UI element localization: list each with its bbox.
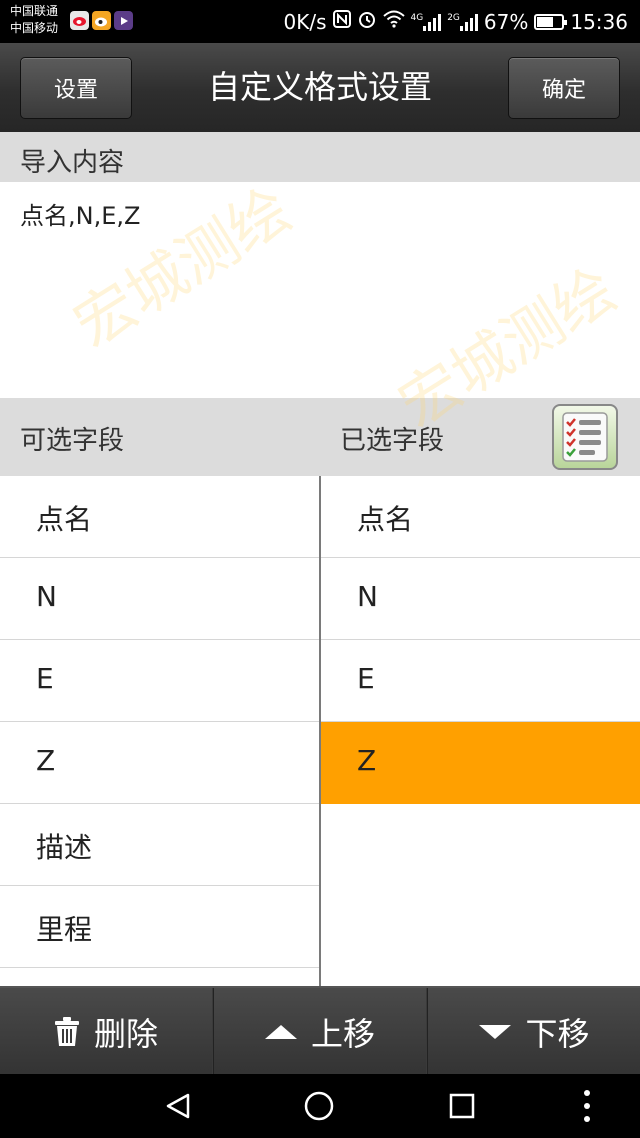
signal-1-tag: 4G xyxy=(410,12,424,23)
available-label: Z xyxy=(36,744,56,777)
battery-percent: 67% xyxy=(483,9,529,34)
import-label: 导入内容 xyxy=(20,148,125,178)
selected-row[interactable]: Z xyxy=(321,722,640,804)
move-up-button[interactable]: 上移 xyxy=(213,988,426,1076)
weibo-sina-icon xyxy=(70,11,89,30)
status-bar: 中国联通 中国移动 0K/s 4G 2G 67% 15:36 xyxy=(0,0,640,43)
available-label: 描述 xyxy=(36,831,93,864)
checklist-button[interactable] xyxy=(552,404,618,470)
page-title: 自定义格式设置 xyxy=(207,68,432,106)
selected-row[interactable]: E xyxy=(321,640,640,722)
delete-button[interactable]: 删除 xyxy=(0,988,212,1076)
available-row[interactable]: N xyxy=(0,558,320,640)
available-label: 里程 xyxy=(36,913,93,946)
selected-label: 点名 xyxy=(357,503,414,536)
settings-button[interactable]: 设置 xyxy=(20,57,132,119)
wifi-icon xyxy=(382,10,405,33)
more-icon xyxy=(584,1090,590,1122)
recents-icon xyxy=(449,1093,475,1119)
available-row[interactable]: 里程 xyxy=(0,886,320,968)
import-content-text: 点名,N,E,Z xyxy=(20,202,141,230)
navigation-bar xyxy=(0,1074,640,1138)
fields-header: 可选字段 已选字段 xyxy=(0,398,640,476)
carrier-1: 中国联通 xyxy=(10,4,59,18)
signal-2-icon: 2G xyxy=(447,13,478,31)
bottom-toolbar: 删除 上移 下移 xyxy=(0,986,640,1076)
available-row[interactable]: 描述 xyxy=(0,804,320,886)
home-button[interactable] xyxy=(303,1090,335,1122)
back-button[interactable] xyxy=(162,1090,194,1122)
battery-fill xyxy=(537,16,554,27)
move-down-label: 下移 xyxy=(525,1015,590,1053)
selected-fields-list: 点名 N E Z xyxy=(321,476,640,986)
nfc-icon xyxy=(332,10,351,33)
confirm-button[interactable]: 确定 xyxy=(508,57,620,119)
net-speed: 0K/s xyxy=(283,9,327,34)
back-icon xyxy=(166,1093,190,1119)
available-label: E xyxy=(36,662,54,695)
trash-icon xyxy=(54,1017,79,1046)
carrier-2: 中国移动 xyxy=(10,21,59,35)
available-label: 点名 xyxy=(36,503,93,536)
title-bar: 设置 自定义格式设置 确定 xyxy=(0,43,640,133)
available-row[interactable]: Z xyxy=(0,722,320,804)
selected-row[interactable]: 点名 xyxy=(321,476,640,558)
import-content-field[interactable]: 点名,N,E,Z xyxy=(0,182,640,398)
arrow-up-icon xyxy=(264,1025,297,1039)
available-label: N xyxy=(36,580,57,613)
menu-button[interactable] xyxy=(571,1090,603,1122)
signal-1-icon: 4G xyxy=(411,13,442,31)
checklist-icon xyxy=(562,412,608,462)
delete-label: 删除 xyxy=(93,1015,158,1053)
selected-row[interactable]: N xyxy=(321,558,640,640)
available-fields-label: 可选字段 xyxy=(20,426,125,456)
recents-button[interactable] xyxy=(446,1090,478,1122)
available-fields-list: 点名 N E Z 描述里程 xyxy=(0,476,320,986)
import-section-header: 导入内容 xyxy=(0,132,640,182)
arrow-down-icon xyxy=(479,1025,512,1039)
status-indicators: 0K/s 4G 2G 67% 15:36 xyxy=(284,0,629,43)
selected-label: N xyxy=(357,580,378,613)
notification-icons xyxy=(70,11,133,30)
battery-icon xyxy=(534,13,568,30)
selected-label: Z xyxy=(357,744,377,777)
move-up-label: 上移 xyxy=(310,1015,375,1053)
home-icon xyxy=(304,1091,334,1121)
video-icon xyxy=(114,11,133,30)
selected-fields-label: 已选字段 xyxy=(340,426,445,456)
signal-2-tag: 2G xyxy=(447,12,460,23)
clock: 15:36 xyxy=(570,9,628,34)
selected-label: E xyxy=(357,662,375,695)
available-row[interactable]: 点名 xyxy=(0,476,320,558)
alarm-icon xyxy=(357,9,377,34)
available-row[interactable]: E xyxy=(0,640,320,722)
weibo-icon xyxy=(92,11,111,30)
move-down-button[interactable]: 下移 xyxy=(427,988,640,1076)
carrier-info: 中国联通 中国移动 xyxy=(10,3,58,37)
